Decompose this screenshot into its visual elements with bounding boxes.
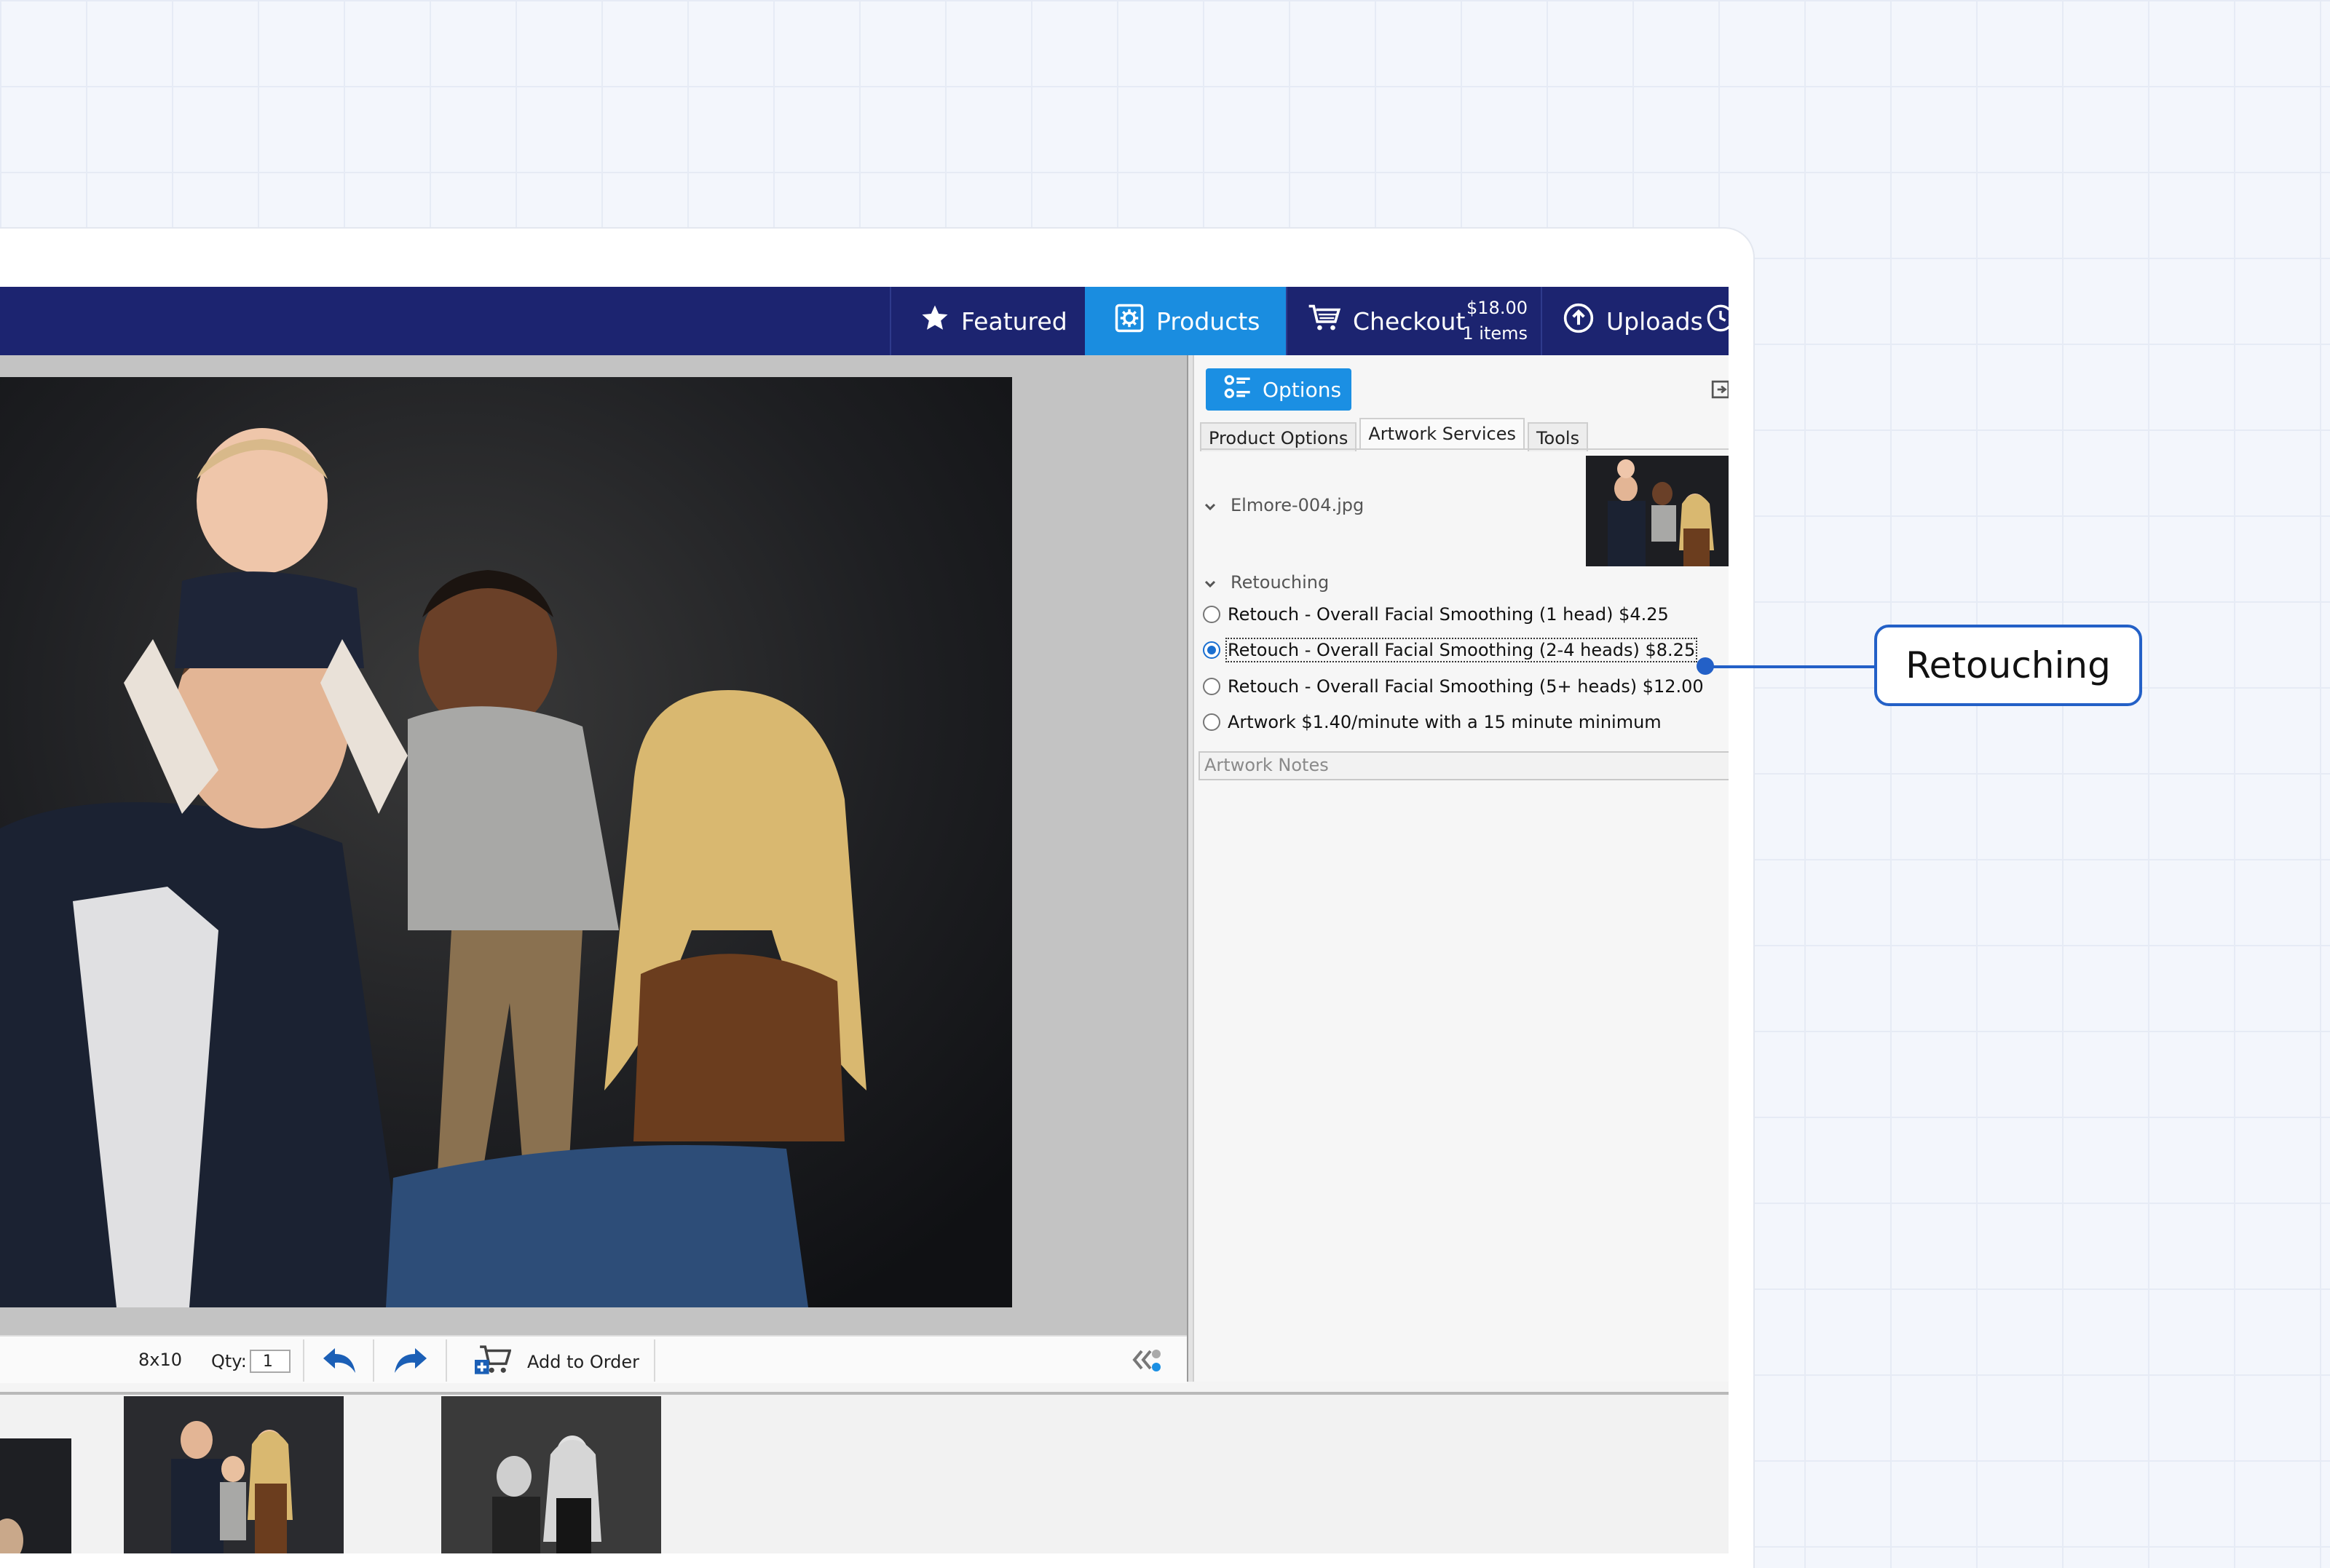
retouching-callout: Retouching: [1874, 625, 2142, 706]
tab-product-options[interactable]: Product Options: [1200, 422, 1357, 451]
nav-products-label: Products: [1156, 306, 1260, 336]
collapse-icon[interactable]: [1127, 1345, 1162, 1374]
tab-tools[interactable]: Tools: [1527, 422, 1589, 451]
quantity-control: Qty: 1: [211, 1350, 291, 1373]
photo-ordering-app: Featured Products Checkout $18.00 1 item…: [0, 287, 1729, 1553]
nav-featured[interactable]: Featured: [890, 287, 1085, 355]
section-title: Retouching: [1231, 572, 1330, 593]
toolbar-divider: [654, 1339, 655, 1382]
product-photo[interactable]: [0, 377, 1012, 1307]
top-nav: Featured Products Checkout $18.00 1 item…: [0, 287, 1729, 355]
panel-tabs: Product Options Artwork Services Tools: [1200, 418, 1591, 451]
star-icon: [920, 304, 949, 338]
nav-products[interactable]: Products: [1085, 287, 1286, 355]
cart-icon: [1308, 304, 1341, 338]
exit-panel-icon[interactable]: [1711, 380, 1729, 399]
photo-filmstrip: [0, 1392, 1729, 1553]
chevron-down-icon: [1203, 498, 1217, 512]
retouching-section-header[interactable]: Retouching: [1203, 572, 1329, 593]
options-button[interactable]: Options: [1206, 368, 1351, 411]
add-to-cart-icon: [475, 1344, 512, 1380]
file-header[interactable]: Elmore-004.jpg: [1203, 495, 1364, 515]
option-label: Retouch - Overall Facial Smoothing (2-4 …: [1225, 638, 1698, 662]
nav-checkout[interactable]: Checkout $18.00 1 items: [1286, 287, 1541, 355]
retouch-option-2-4-heads[interactable]: Retouch - Overall Facial Smoothing (2-4 …: [1203, 638, 1698, 662]
film-thumbnail[interactable]: [124, 1396, 344, 1553]
radio-button[interactable]: [1203, 678, 1220, 695]
nav-checkout-label: Checkout: [1353, 306, 1466, 336]
nav-uploads[interactable]: Uploads: [1541, 287, 1729, 355]
retouch-option-5-heads[interactable]: Retouch - Overall Facial Smoothing (5+ h…: [1203, 676, 1704, 697]
add-to-order-label: Add to Order: [527, 1352, 640, 1372]
clock-icon[interactable]: [1706, 304, 1729, 338]
nav-featured-label: Featured: [961, 306, 1067, 336]
undo-icon[interactable]: [320, 1347, 358, 1379]
options-list-icon: [1223, 373, 1252, 407]
checkout-item-count: 1 items: [1462, 323, 1528, 344]
upload-icon: [1563, 302, 1595, 340]
selected-photo-thumbnail: [1586, 456, 1729, 566]
add-to-order-button[interactable]: Add to Order: [475, 1344, 639, 1380]
product-size: 8x10: [138, 1350, 183, 1370]
toolbar-divider: [303, 1339, 304, 1382]
artwork-per-minute-option[interactable]: Artwork $1.40/minute with a 15 minute mi…: [1203, 712, 1662, 732]
radio-button[interactable]: [1203, 713, 1220, 731]
checkout-total: $18.00: [1466, 298, 1528, 318]
option-label: Retouch - Overall Facial Smoothing (5+ h…: [1228, 676, 1704, 697]
file-name: Elmore-004.jpg: [1231, 495, 1365, 515]
toolbar-divider: [446, 1339, 447, 1382]
quantity-input[interactable]: 1: [249, 1350, 291, 1373]
retouch-option-1-head[interactable]: Retouch - Overall Facial Smoothing (1 he…: [1203, 604, 1669, 625]
tab-artwork-services[interactable]: Artwork Services: [1359, 418, 1525, 450]
tab-divider: [1200, 448, 1729, 450]
film-thumbnail[interactable]: [441, 1396, 661, 1553]
artwork-notes-field[interactable]: Artwork Notes: [1198, 751, 1729, 780]
radio-button[interactable]: [1203, 606, 1220, 623]
checkout-summary: $18.00 1 items: [1462, 296, 1528, 347]
products-gear-icon: [1114, 303, 1145, 339]
options-panel: Options Product Options Artwork Services…: [1193, 355, 1729, 1382]
toolbar-divider: [373, 1339, 374, 1382]
radio-button-selected[interactable]: [1203, 641, 1220, 659]
callout-connector-line: [1707, 665, 1877, 668]
nav-uploads-label: Uploads: [1606, 306, 1703, 336]
photo-canvas[interactable]: [0, 355, 1187, 1335]
chevron-down-icon: [1203, 575, 1217, 590]
redo-icon[interactable]: [392, 1347, 430, 1379]
options-button-label: Options: [1263, 377, 1342, 402]
option-label: Artwork $1.40/minute with a 15 minute mi…: [1228, 712, 1662, 732]
film-thumbnail[interactable]: [0, 1438, 71, 1553]
option-label: Retouch - Overall Facial Smoothing (1 he…: [1228, 604, 1669, 625]
qty-label: Qty:: [211, 1351, 247, 1371]
product-toolbar: 8x10 Qty: 1 Add to Order: [0, 1335, 1187, 1383]
